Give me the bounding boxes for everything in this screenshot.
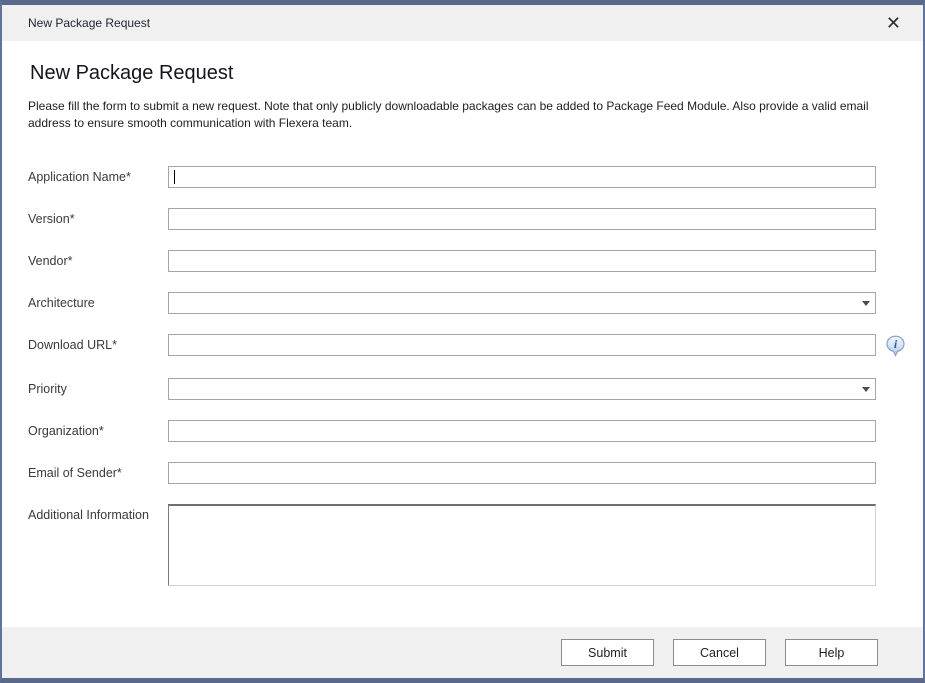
priority-dropdown-input[interactable]: [168, 378, 876, 400]
version-input[interactable]: [168, 208, 876, 230]
request-form: Application Name* Version* Vendor*: [28, 166, 878, 586]
submit-button[interactable]: Submit: [561, 639, 654, 666]
download-url-label: Download URL*: [28, 334, 168, 352]
form-row: Organization*: [28, 420, 878, 442]
architecture-label: Architecture: [28, 292, 168, 310]
form-row: Email of Sender*: [28, 462, 878, 484]
form-row: Architecture: [28, 292, 878, 314]
download-url-input[interactable]: [168, 334, 876, 356]
page-title: New Package Request: [30, 62, 878, 85]
vendor-label: Vendor*: [28, 250, 168, 268]
close-button[interactable]: ✕: [876, 12, 911, 34]
dialog-content: New Package Request Please fill the form…: [2, 41, 923, 627]
email-of-sender-label: Email of Sender*: [28, 462, 168, 480]
form-row: Version*: [28, 208, 878, 230]
info-balloon-icon[interactable]: i: [885, 335, 906, 358]
additional-information-textarea[interactable]: [168, 504, 876, 586]
organization-label: Organization*: [28, 420, 168, 438]
additional-information-label: Additional Information: [28, 504, 168, 522]
application-name-label: Application Name*: [28, 166, 168, 184]
new-package-request-dialog: New Package Request ✕ New Package Reques…: [0, 0, 925, 683]
form-row: Download URL* i: [28, 334, 878, 358]
priority-label: Priority: [28, 378, 168, 396]
help-button[interactable]: Help: [785, 639, 878, 666]
version-label: Version*: [28, 208, 168, 226]
text-caret: [174, 170, 175, 184]
cancel-button[interactable]: Cancel: [673, 639, 766, 666]
form-description: Please fill the form to submit a new req…: [28, 98, 886, 131]
chevron-down-icon[interactable]: [856, 379, 875, 399]
application-name-input[interactable]: [168, 166, 876, 188]
vendor-input[interactable]: [168, 250, 876, 272]
architecture-dropdown-input[interactable]: [168, 292, 876, 314]
window-title: New Package Request: [28, 16, 150, 30]
titlebar: New Package Request ✕: [2, 5, 923, 41]
close-icon: ✕: [886, 13, 901, 33]
architecture-dropdown[interactable]: [168, 292, 876, 314]
email-of-sender-input[interactable]: [168, 462, 876, 484]
form-row: Additional Information: [28, 504, 878, 586]
form-row: Application Name*: [28, 166, 878, 188]
priority-dropdown[interactable]: [168, 378, 876, 400]
form-row: Vendor*: [28, 250, 878, 272]
chevron-down-icon[interactable]: [856, 293, 875, 313]
organization-input[interactable]: [168, 420, 876, 442]
form-row: Priority: [28, 378, 878, 400]
dialog-footer: Submit Cancel Help: [2, 627, 923, 678]
